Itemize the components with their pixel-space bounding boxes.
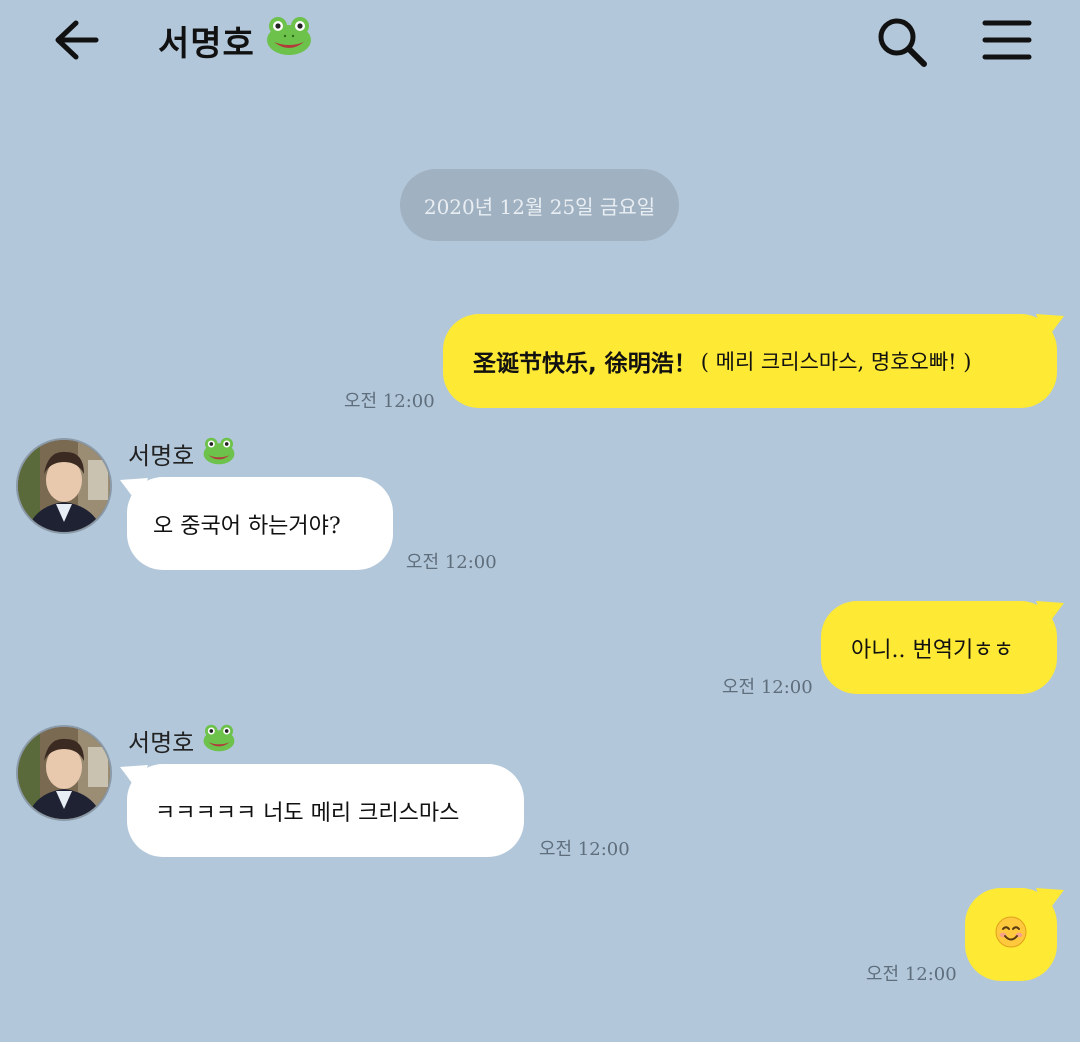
message-time: 오전 12:00 (722, 677, 813, 698)
frog-icon (265, 16, 313, 65)
back-arrow-icon[interactable] (52, 18, 104, 62)
my-message-bubble[interactable]: 아니.. 번역기ㅎㅎ (821, 601, 1057, 694)
chat-title: 서명호 (158, 14, 313, 66)
message-text: 圣诞节快乐, 徐明浩！ (473, 351, 697, 377)
bubble-tail (1036, 888, 1064, 914)
message-time: 오전 12:00 (539, 839, 630, 860)
message-text-suffix: ( 메리 크리스마스, 명호오빠! ) (700, 350, 972, 374)
bubble-tail (1036, 314, 1064, 340)
avatar[interactable] (16, 725, 112, 821)
message-time: 오전 12:00 (344, 391, 435, 412)
their-message-bubble[interactable]: ㅋㅋㅋㅋㅋ 너도 메리 크리스마스 (127, 764, 524, 857)
date-divider: 2020년 12월 25일 금요일 (400, 169, 679, 241)
message-time: 오전 12:00 (406, 552, 497, 573)
sender-name: 서명호 (128, 436, 236, 471)
search-icon[interactable] (874, 14, 930, 70)
sender-name-text: 서명호 (128, 442, 195, 470)
frog-icon (202, 437, 236, 471)
message-text: ㅋㅋㅋㅋㅋ 너도 메리 크리스마스 (155, 800, 460, 826)
message-time: 오전 12:00 (866, 964, 957, 985)
smiling-face-icon (995, 916, 1027, 954)
their-message-bubble[interactable]: 오 중국어 하는거야? (127, 477, 393, 570)
message-text: 아니.. 번역기ㅎㅎ (851, 637, 1014, 663)
sender-name-text: 서명호 (128, 729, 195, 757)
my-message-bubble[interactable]: 圣诞节快乐, 徐明浩！ ( 메리 크리스마스, 명호오빠! ) (443, 314, 1057, 408)
hamburger-menu-icon[interactable] (982, 18, 1032, 62)
sender-name: 서명호 (128, 723, 236, 758)
message-text: 오 중국어 하는거야? (153, 513, 341, 539)
chat-title-text: 서명호 (158, 23, 255, 64)
frog-icon (202, 724, 236, 758)
avatar[interactable] (16, 438, 112, 534)
bubble-tail (1036, 601, 1064, 627)
